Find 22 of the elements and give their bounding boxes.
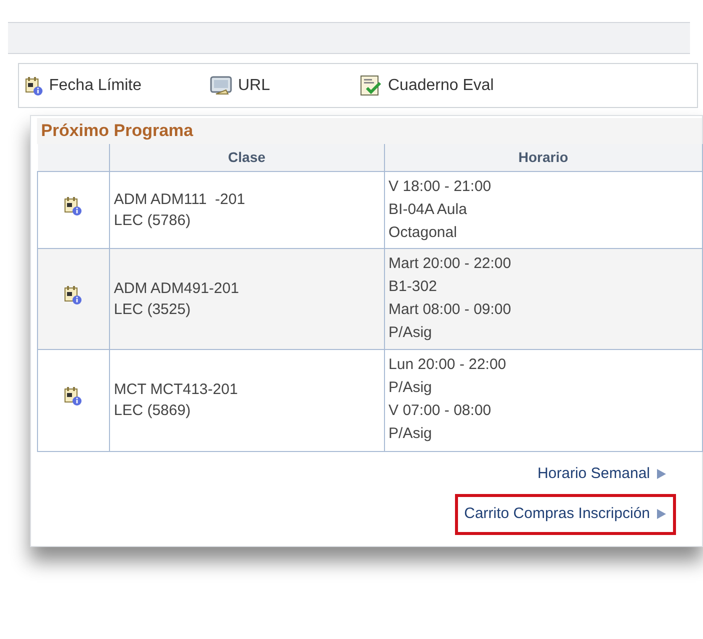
- play-arrow-icon: [656, 468, 667, 480]
- monitor-icon: [210, 76, 232, 96]
- table-cell: MCT MCT413-201 LEC (5869): [109, 349, 384, 451]
- calendar-info-icon: [64, 196, 82, 216]
- toolbar-link[interactable]: URL: [210, 74, 360, 98]
- table-cell: Mart 20:00 - 22:00 B1-302 Mart 08:00 - 09:00 P/Asig: [384, 248, 702, 349]
- toolbar-link[interactable]: Cuaderno Eval: [360, 74, 560, 98]
- checked-document-icon: [360, 75, 382, 96]
- calendar-info-icon: [64, 284, 82, 305]
- link[interactable]: Horario Semanal: [528, 454, 676, 494]
- table-cell: ADM ADM111 -201 LEC (5786): [109, 171, 384, 248]
- toolbar-link[interactable]: Fecha Límite: [25, 74, 210, 98]
- table-cell: V 18:00 - 21:00 BI-04A Aula Octagonal: [384, 171, 702, 248]
- play-arrow-icon: [656, 508, 667, 520]
- section-title: Próximo Programa: [37, 118, 702, 144]
- calendar-info-icon: [25, 76, 43, 96]
- column-header: Horario: [384, 144, 702, 171]
- column-header: Clase: [109, 144, 384, 171]
- table-cell: ADM ADM491-201 LEC (3525): [109, 248, 384, 349]
- link[interactable]: Carrito Compras Inscripción: [455, 494, 676, 534]
- calendar-info-icon: [64, 386, 82, 406]
- table-cell: Lun 20:00 - 22:00 P/Asig V 07:00 - 08:00 P/Asig: [384, 349, 702, 451]
